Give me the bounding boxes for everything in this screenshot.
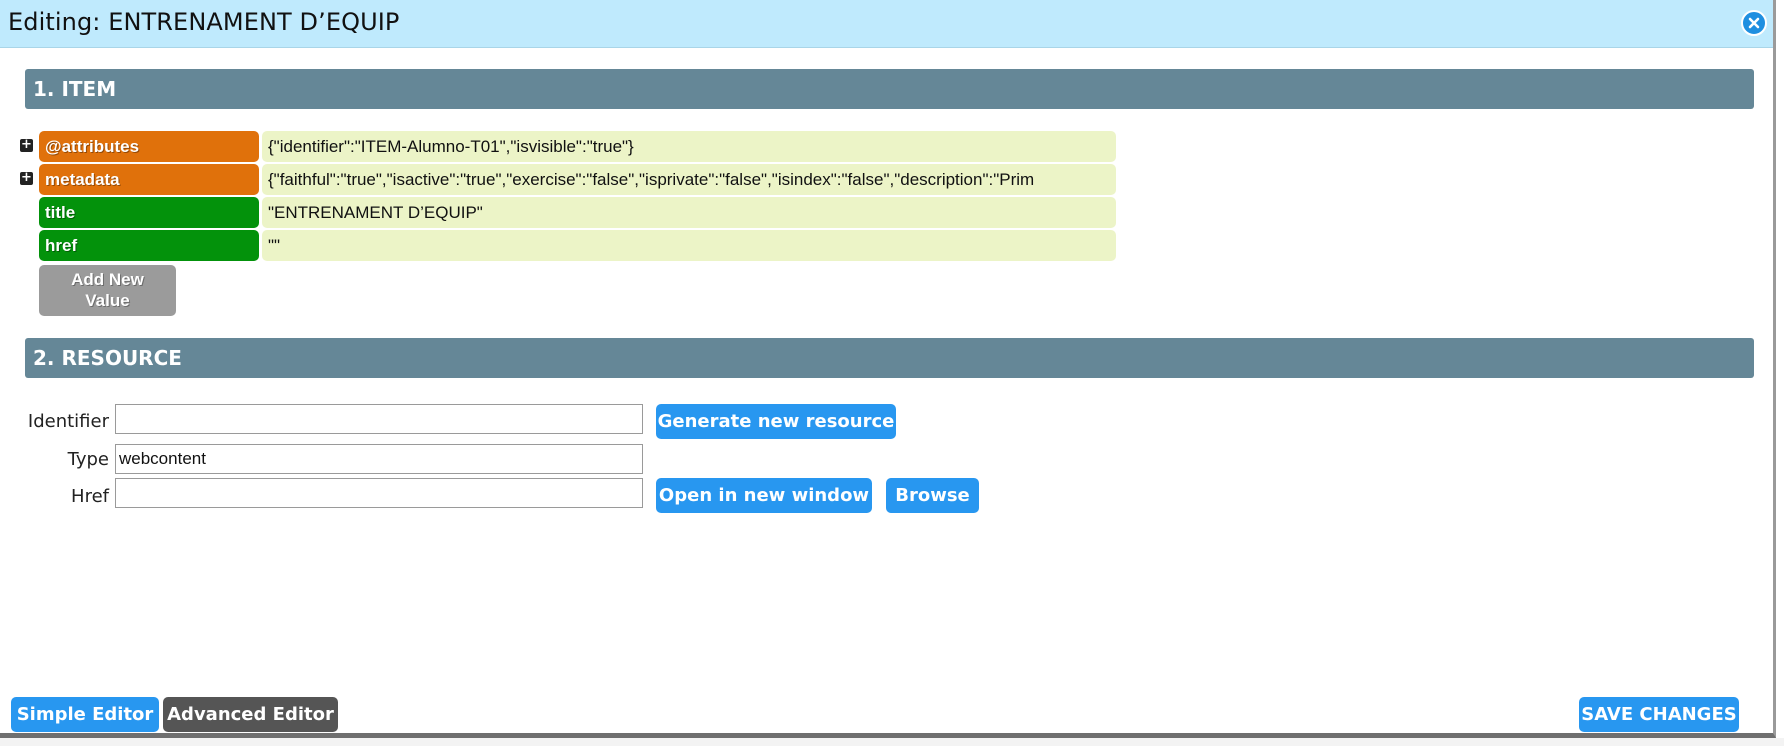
row-value[interactable]: "ENTRENAMENT D’EQUIP": [262, 197, 1116, 228]
section-header-item[interactable]: 1. ITEM: [25, 69, 1754, 109]
row-value[interactable]: {"identifier":"ITEM-Alumno-T01","isvisib…: [262, 131, 1116, 162]
expand-icon[interactable]: +: [20, 171, 33, 185]
row-key[interactable]: href: [39, 230, 259, 261]
row-key[interactable]: metadata: [39, 164, 259, 195]
add-new-value-line2: Value: [85, 291, 130, 310]
identifier-label: Identifier: [27, 411, 109, 432]
row-key[interactable]: @attributes: [39, 131, 259, 162]
href-input[interactable]: [115, 478, 643, 508]
row-value[interactable]: "": [262, 230, 1116, 261]
background-strip-bottom: [0, 738, 1784, 746]
generate-new-resource-button[interactable]: Generate new resource: [656, 404, 896, 439]
background-strip-right: [1776, 0, 1784, 746]
simple-editor-button[interactable]: Simple Editor: [11, 697, 159, 732]
row-value[interactable]: {"faithful":"true","isactive":"true","ex…: [262, 164, 1116, 195]
dialog-title: Editing: ENTRENAMENT D’EQUIP: [8, 8, 400, 36]
add-new-value-line1: Add New: [71, 270, 144, 289]
advanced-editor-button[interactable]: Advanced Editor: [163, 697, 338, 732]
browse-button[interactable]: Browse: [886, 478, 979, 513]
identifier-input[interactable]: [115, 404, 643, 434]
type-label: Type: [67, 449, 109, 470]
expand-icon[interactable]: +: [20, 138, 33, 152]
type-input[interactable]: [115, 444, 643, 474]
open-in-new-window-button[interactable]: Open in new window: [656, 478, 872, 513]
close-button[interactable]: [1741, 10, 1767, 36]
save-changes-button[interactable]: SAVE CHANGES: [1579, 697, 1739, 732]
editor-dialog: Editing: ENTRENAMENT D’EQUIP 1. ITEM + @…: [0, 0, 1776, 738]
add-new-value-button[interactable]: Add New Value: [39, 265, 176, 316]
row-key[interactable]: title: [39, 197, 259, 228]
dialog-titlebar: Editing: ENTRENAMENT D’EQUIP: [0, 0, 1773, 48]
close-icon: [1748, 17, 1760, 29]
href-label: Href: [71, 486, 109, 507]
section-header-resource[interactable]: 2. RESOURCE: [25, 338, 1754, 378]
